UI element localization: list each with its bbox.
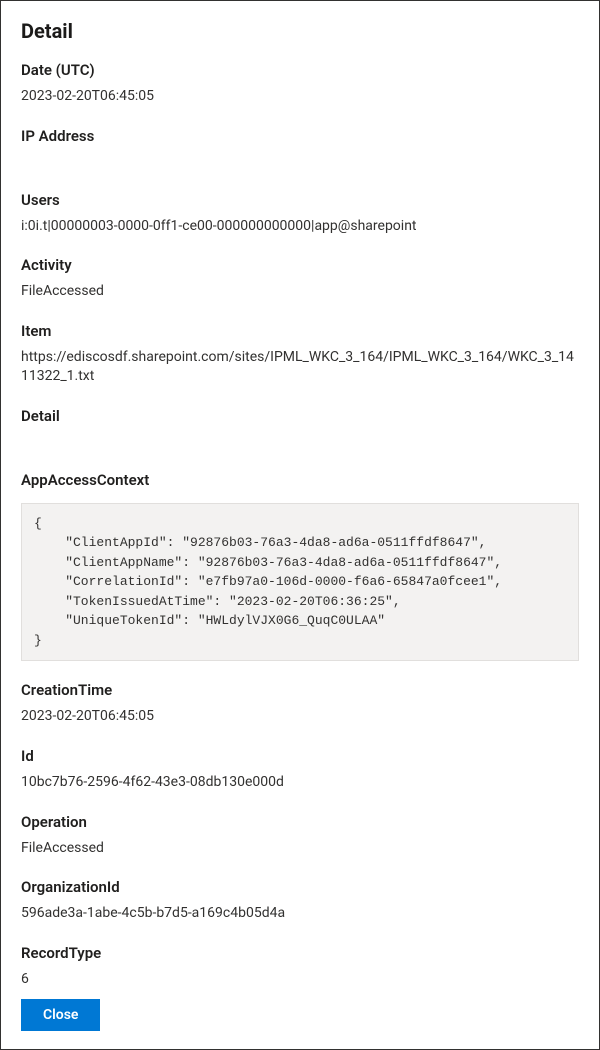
field-operation-value: FileAccessed: [21, 839, 579, 859]
field-ip-address-value: [21, 153, 579, 171]
field-item: Item https://ediscosdf.sharepoint.com/si…: [21, 322, 579, 387]
field-detail: Detail: [21, 407, 579, 451]
field-app-access-context-label: AppAccessContext: [21, 471, 579, 489]
field-users: Users i:0i.t|00000003-0000-0ff1-ce00-000…: [21, 191, 579, 237]
field-date: Date (UTC) 2023-02-20T06:45:05: [21, 61, 579, 107]
field-activity: Activity FileAccessed: [21, 256, 579, 302]
field-detail-value: [21, 433, 579, 451]
field-date-value: 2023-02-20T06:45:05: [21, 87, 579, 107]
app-access-context-code: { "ClientAppId": "92876b03-76a3-4da8-ad6…: [21, 503, 579, 662]
field-organization-id: OrganizationId 596ade3a-1abe-4c5b-b7d5-a…: [21, 878, 579, 924]
field-operation-label: Operation: [21, 813, 579, 831]
field-activity-label: Activity: [21, 256, 579, 274]
field-users-label: Users: [21, 191, 579, 209]
field-organization-id-value: 596ade3a-1abe-4c5b-b7d5-a169c4b05d4a: [21, 904, 579, 924]
field-id: Id 10bc7b76-2596-4f62-43e3-08db130e000d: [21, 747, 579, 793]
field-creation-time-label: CreationTime: [21, 681, 579, 699]
field-creation-time: CreationTime 2023-02-20T06:45:05: [21, 681, 579, 727]
field-item-value: https://ediscosdf.sharepoint.com/sites/I…: [21, 348, 579, 387]
field-organization-id-label: OrganizationId: [21, 878, 579, 896]
field-users-value: i:0i.t|00000003-0000-0ff1-ce00-000000000…: [21, 217, 579, 237]
panel-title: Detail: [21, 19, 579, 43]
field-record-type: RecordType 6: [21, 944, 579, 987]
field-record-type-label: RecordType: [21, 944, 579, 962]
field-creation-time-value: 2023-02-20T06:45:05: [21, 707, 579, 727]
field-app-access-context: AppAccessContext { "ClientAppId": "92876…: [21, 471, 579, 662]
field-activity-value: FileAccessed: [21, 282, 579, 302]
field-id-value: 10bc7b76-2596-4f62-43e3-08db130e000d: [21, 773, 579, 793]
close-button[interactable]: Close: [21, 999, 100, 1031]
panel-footer: Close: [21, 987, 579, 1031]
field-id-label: Id: [21, 747, 579, 765]
field-record-type-value: 6: [21, 970, 579, 987]
field-item-label: Item: [21, 322, 579, 340]
detail-panel: Detail Date (UTC) 2023-02-20T06:45:05 IP…: [0, 0, 600, 1050]
field-ip-address: IP Address: [21, 127, 579, 171]
field-ip-address-label: IP Address: [21, 127, 579, 145]
panel-content: Detail Date (UTC) 2023-02-20T06:45:05 IP…: [21, 19, 579, 987]
field-detail-label: Detail: [21, 407, 579, 425]
field-operation: Operation FileAccessed: [21, 813, 579, 859]
field-date-label: Date (UTC): [21, 61, 579, 79]
